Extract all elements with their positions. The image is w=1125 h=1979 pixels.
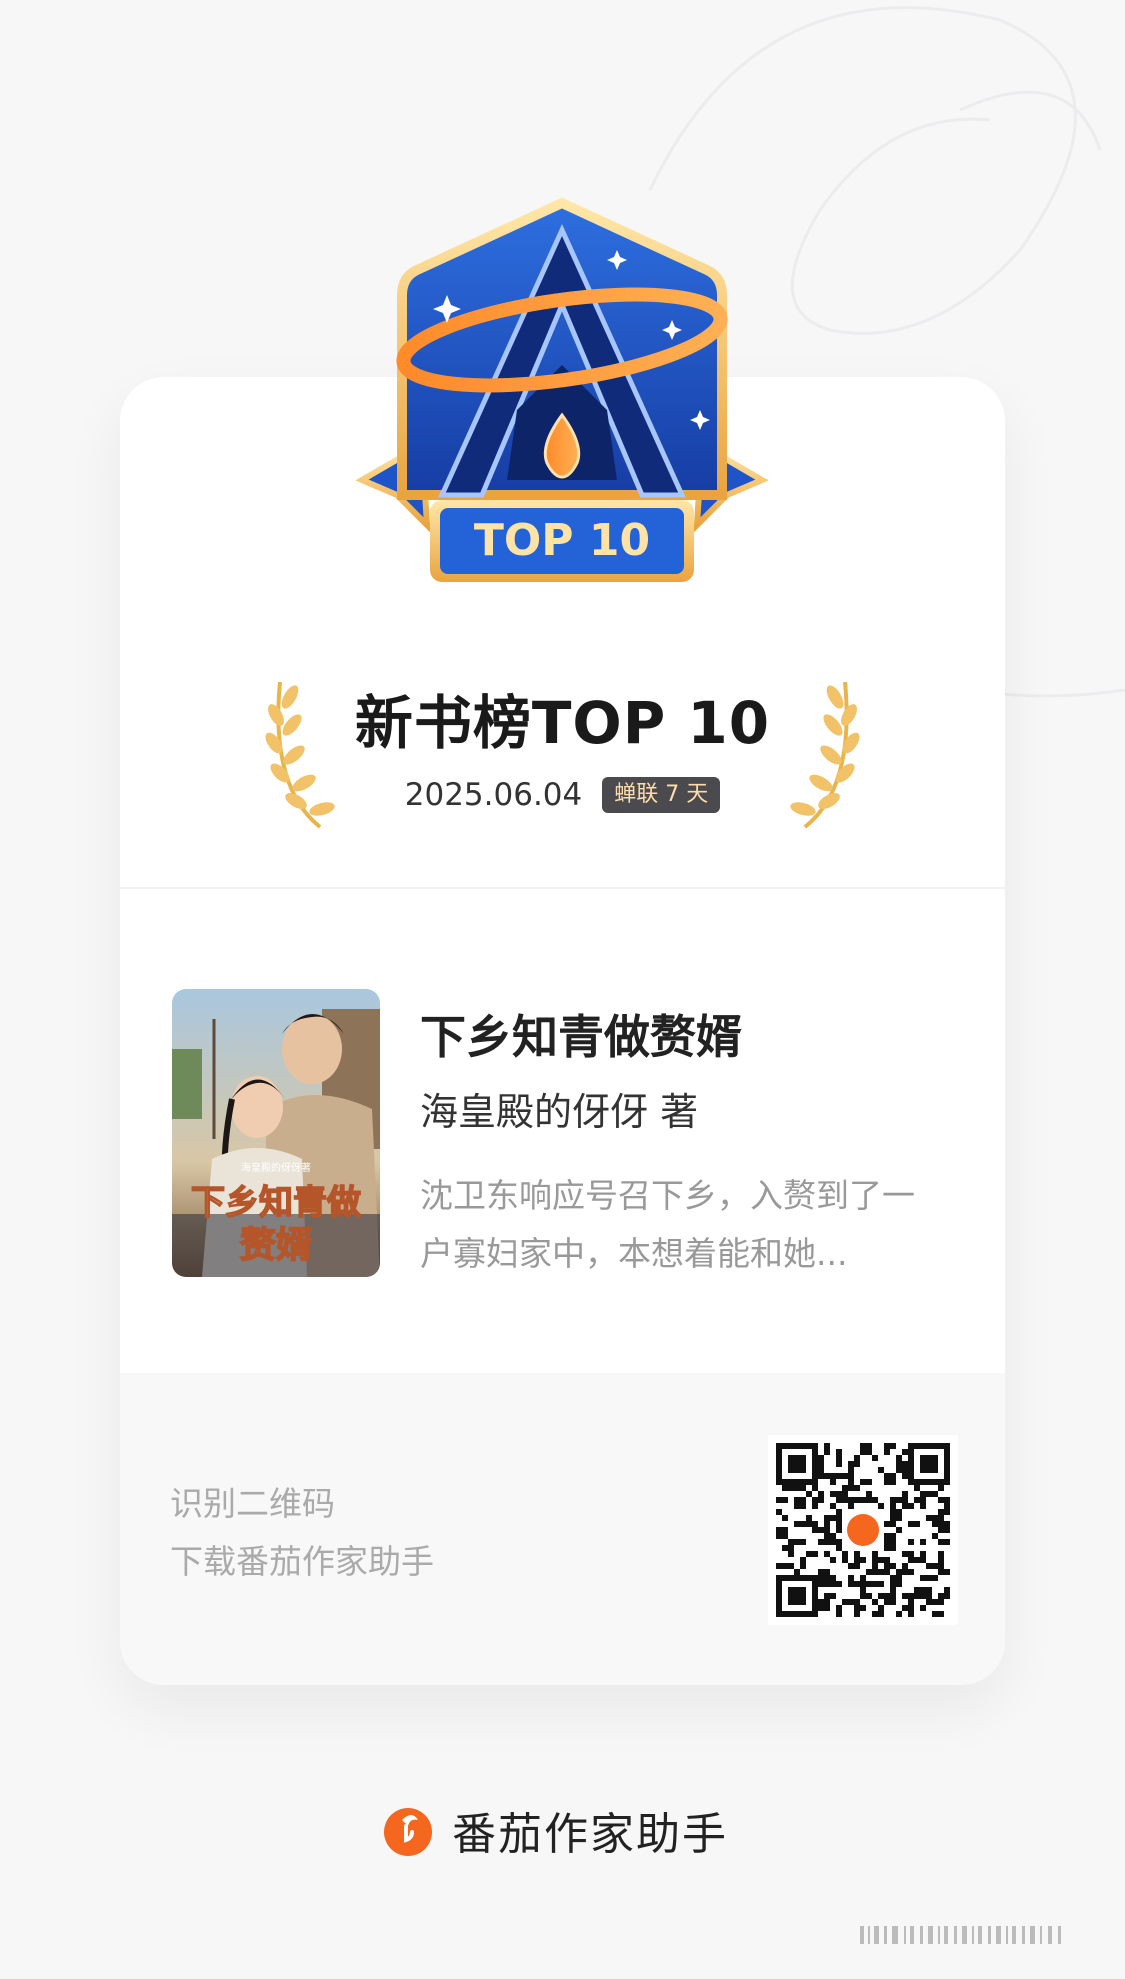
qr-logo-icon [847, 1514, 879, 1546]
ranking-date: 2025.06.04 [404, 777, 583, 813]
brand-name: 番茄作家助手 [452, 1809, 728, 1860]
svg-text:下乡知青做: 下乡知青做 [191, 1183, 361, 1223]
badge-text: TOP 10 [474, 515, 650, 566]
book-title[interactable]: 下乡知青做赘婿 [420, 1001, 742, 1067]
ranking-title: 新书榜TOP 10 [354, 689, 771, 757]
qr-code-image [776, 1443, 950, 1617]
book-item[interactable]: 海皇殿的伢伢著 下乡知青做 赘婿 下乡知青做赘婿 海皇殿的伢伢 著 沈卫东响应号… [120, 889, 1005, 1369]
qr-line-1: 识别二维码 [170, 1484, 335, 1523]
book-description: 沈卫东响应号召下乡，入赘到了一户寡妇家中，本想着能和她... [420, 1176, 915, 1273]
brand-footer: 番茄作家助手 [382, 1800, 728, 1860]
book-cover-image: 海皇殿的伢伢著 下乡知青做 赘婿 [172, 989, 380, 1277]
ranking-meta: 2025.06.04 蝉联 7 天 [240, 777, 885, 813]
svg-text:赘婿: 赘婿 [240, 1225, 312, 1266]
top10-badge-icon: TOP 10 [355, 197, 769, 582]
download-panel: 识别二维码 下载番茄作家助手 [120, 1373, 1005, 1685]
qr-line-2: 下载番茄作家助手 [170, 1542, 434, 1581]
watermark-strip [860, 1926, 1061, 1944]
streak-badge: 蝉联 7 天 [602, 777, 721, 813]
qr-code[interactable] [768, 1435, 958, 1625]
tomato-logo-icon [384, 1808, 432, 1856]
book-author: 海皇殿的伢伢 著 [420, 1090, 699, 1134]
book-cover[interactable]: 海皇殿的伢伢著 下乡知青做 赘婿 [172, 989, 380, 1277]
svg-text:海皇殿的伢伢著: 海皇殿的伢伢著 [241, 1161, 311, 1174]
qr-instructions: 识别二维码 下载番茄作家助手 [170, 1475, 434, 1591]
